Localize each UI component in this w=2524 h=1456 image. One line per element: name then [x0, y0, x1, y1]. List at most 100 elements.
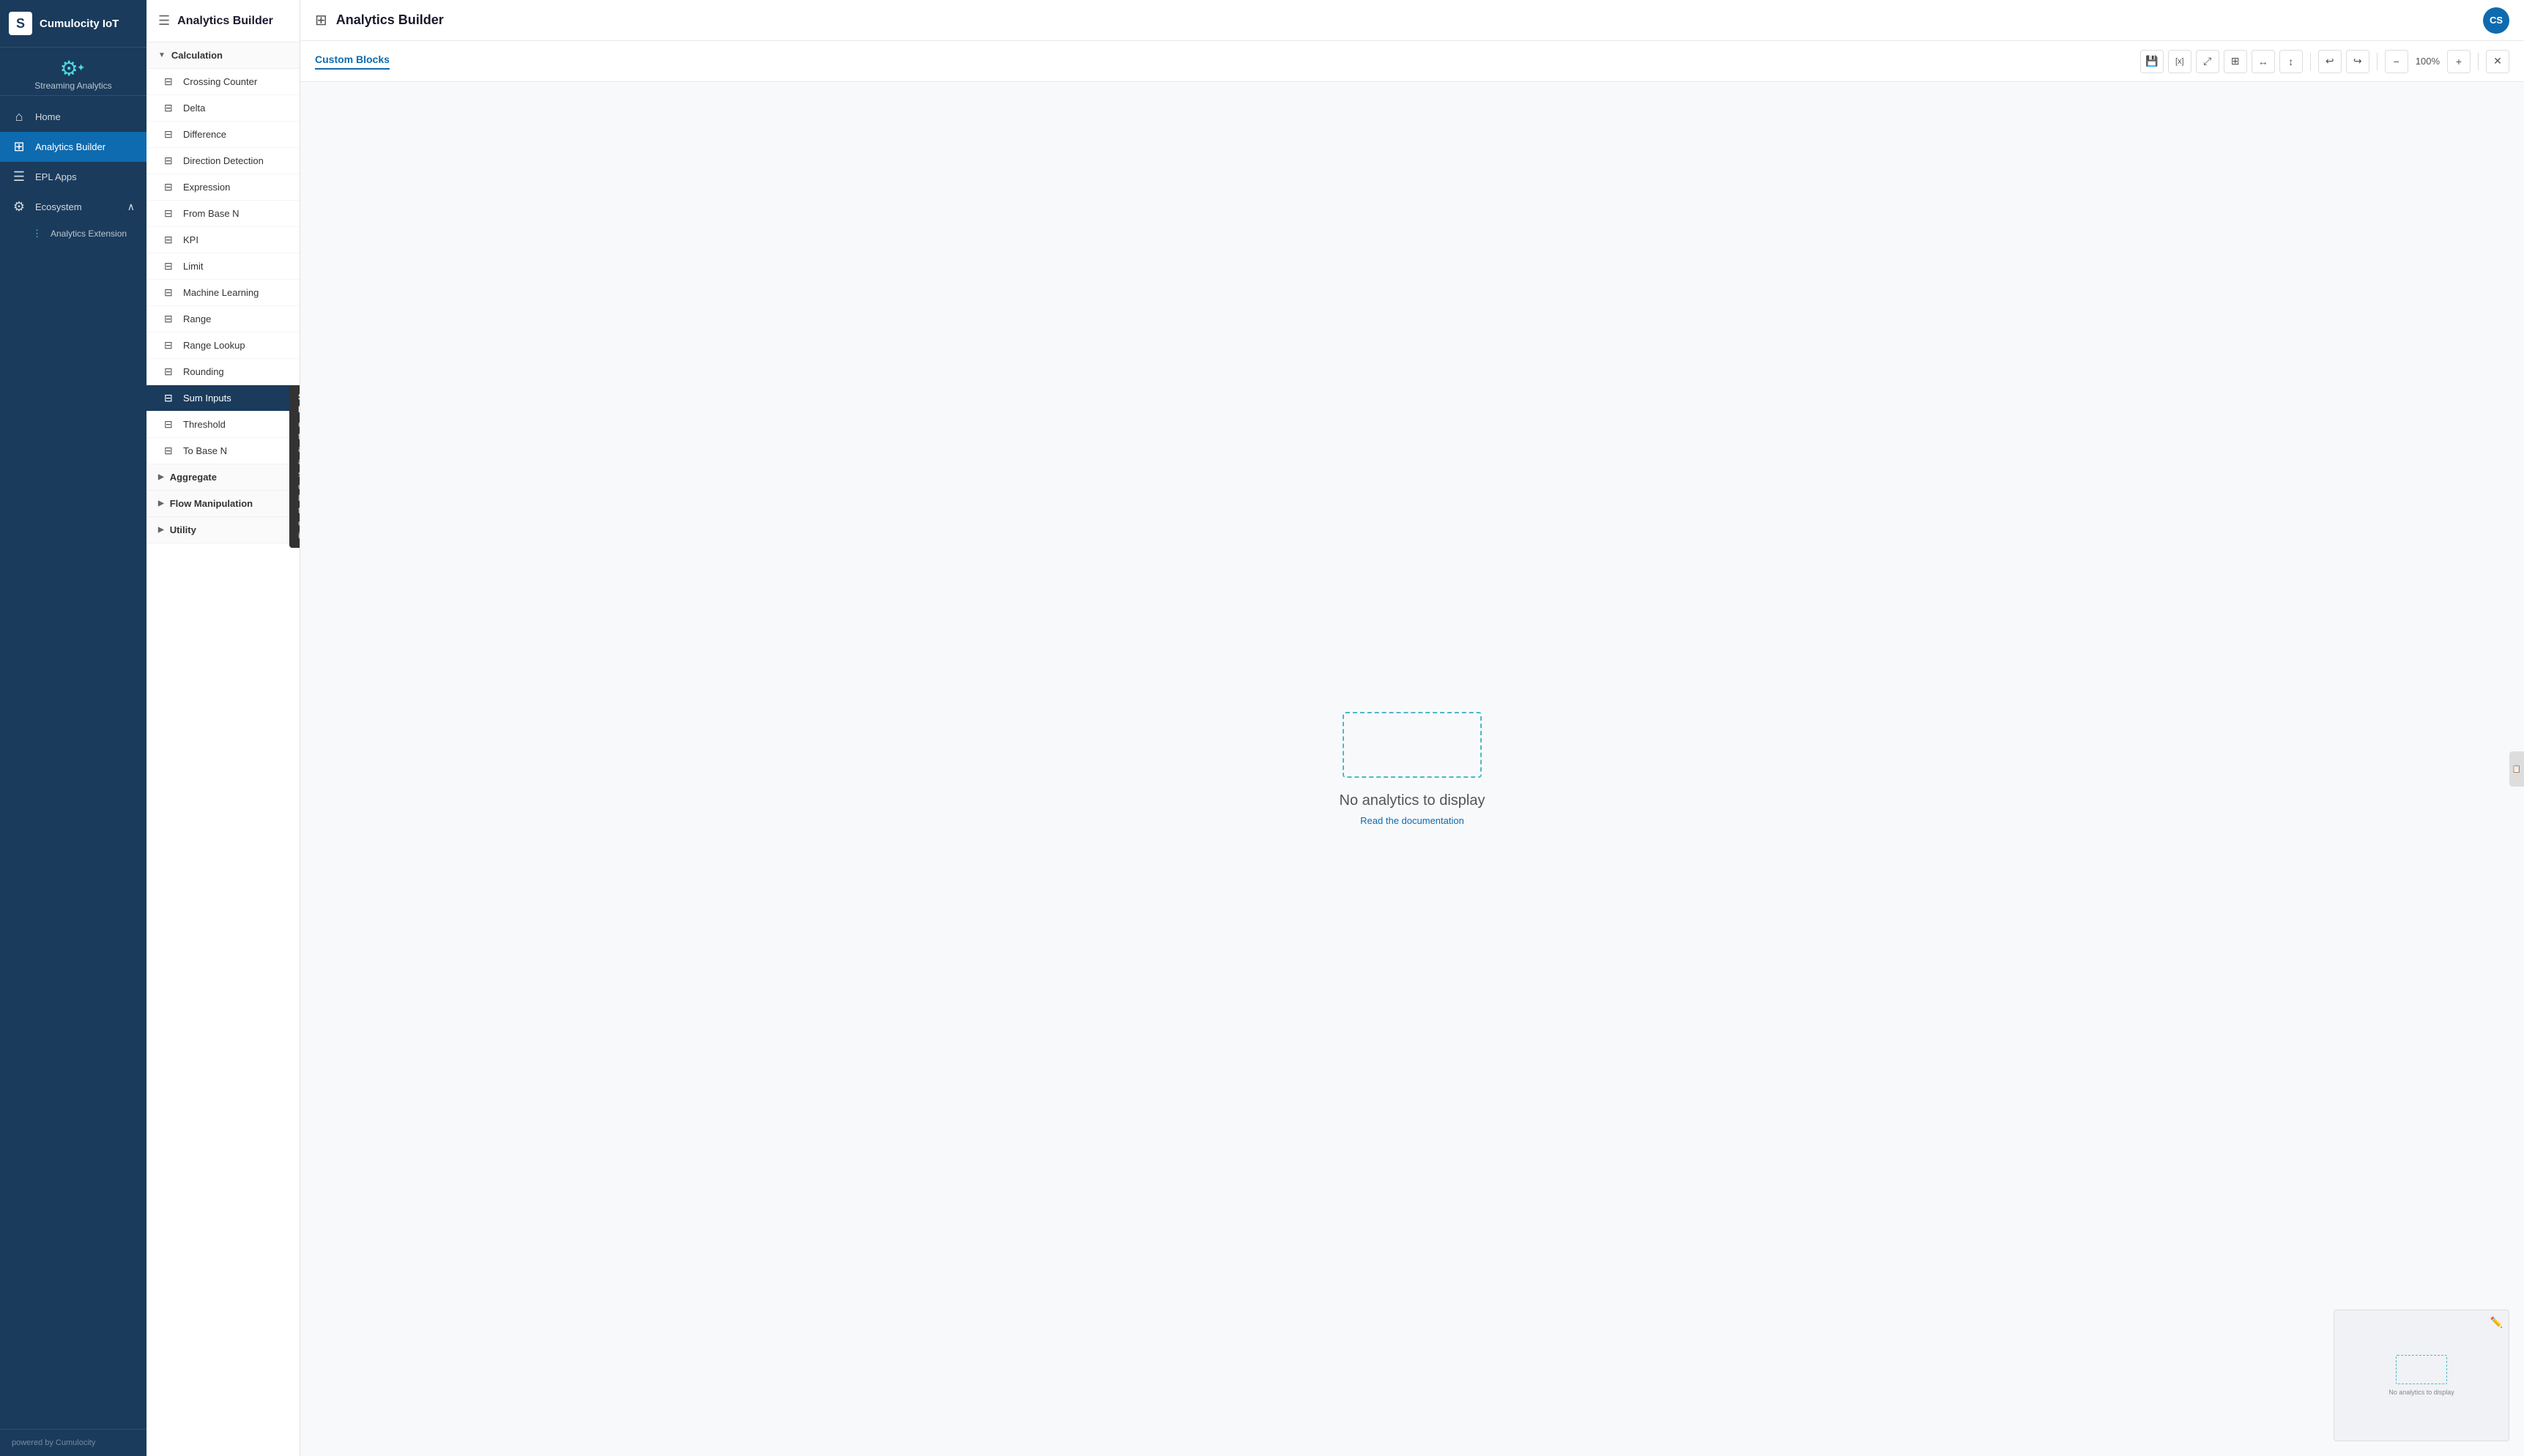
- fit-width-button[interactable]: ↔: [2252, 50, 2275, 73]
- close-button[interactable]: ✕: [2486, 50, 2509, 73]
- grid-toggle-button[interactable]: ⊞: [2224, 50, 2247, 73]
- sidebar-item-home[interactable]: ⌂ Home: [0, 102, 146, 132]
- redo-button[interactable]: ↪: [2346, 50, 2369, 73]
- block-list: ▼ Calculation ⊟ Crossing Counter ⊟ Delta…: [146, 42, 300, 1456]
- block-panel-header: ☰ Analytics Builder: [146, 0, 300, 42]
- main-toolbar: Custom Blocks 💾 [x] ⤢ ⊞ ↔ ↕ ↩: [300, 41, 2524, 82]
- category-utility[interactable]: ▶ Utility: [146, 517, 300, 543]
- block-item-direction-detection[interactable]: ⊟ Direction Detection: [146, 148, 300, 174]
- block-item-crossing-counter[interactable]: ⊟ Crossing Counter: [146, 69, 300, 95]
- block-icon-range-lookup: ⊟: [164, 339, 176, 352]
- apps-grid-icon[interactable]: ⊞: [315, 11, 327, 29]
- sidebar-item-analytics-builder[interactable]: ⊞ Analytics Builder: [0, 132, 146, 162]
- block-item-range[interactable]: ⊟ Range: [146, 306, 300, 333]
- category-flow-manipulation-arrow: ▶: [158, 499, 164, 508]
- block-item-crossing-counter-wrapper: ⊟ Crossing Counter: [146, 69, 300, 95]
- block-item-from-base-n-wrapper: ⊟ From Base N: [146, 201, 300, 227]
- panel-menu-icon[interactable]: ☰: [158, 13, 170, 29]
- sidebar-item-analytics-extension[interactable]: ⋮ Analytics Extension: [0, 222, 146, 245]
- block-icon-kpi: ⊟: [164, 234, 176, 246]
- expression-icon: [x]: [2175, 57, 2184, 66]
- block-label-range-lookup: Range Lookup: [183, 340, 245, 351]
- category-flow-manipulation[interactable]: ▶ Flow Manipulation: [146, 491, 300, 517]
- right-panel-toggle[interactable]: 📋: [2509, 751, 2524, 787]
- sidebar-item-epl-apps[interactable]: ☰ EPL Apps: [0, 162, 146, 192]
- mini-preview-map: No analytics to display ✏️: [2334, 1310, 2509, 1441]
- canvas-empty-title: No analytics to display: [1340, 792, 1485, 809]
- ecosystem-label: Ecosystem: [35, 201, 82, 212]
- block-icon-difference: ⊟: [164, 128, 176, 141]
- fit-layout-button[interactable]: ⤢: [2196, 50, 2219, 73]
- ecosystem-left: ⚙ Ecosystem: [12, 199, 82, 215]
- sidebar-item-label-analytics: Analytics Builder: [35, 141, 105, 152]
- expression-button[interactable]: [x]: [2168, 50, 2191, 73]
- block-panel-title: Analytics Builder: [177, 15, 273, 28]
- block-item-sum-inputs[interactable]: ⊟ Sum Inputs: [146, 385, 300, 412]
- block-item-to-base-n[interactable]: ⊟ To Base N: [146, 438, 300, 464]
- save-button[interactable]: 💾: [2140, 50, 2164, 73]
- block-icon-crossing-counter: ⊟: [164, 75, 176, 88]
- block-item-limit[interactable]: ⊟ Limit: [146, 253, 300, 280]
- epl-apps-icon: ☰: [12, 169, 26, 185]
- block-item-difference[interactable]: ⊟ Difference: [146, 122, 300, 148]
- undo-button[interactable]: ↩: [2318, 50, 2342, 73]
- category-calculation[interactable]: ▼ Calculation: [146, 42, 300, 69]
- page-title: Analytics Builder: [336, 12, 444, 28]
- zoom-out-button[interactable]: −: [2385, 50, 2408, 73]
- block-item-difference-wrapper: ⊟ Difference: [146, 122, 300, 148]
- brand-logo: S Cumulocity IoT: [0, 0, 146, 48]
- zoom-in-button[interactable]: +: [2447, 50, 2471, 73]
- block-label-direction-detection: Direction Detection: [183, 155, 264, 166]
- tab-custom-blocks[interactable]: Custom Blocks: [315, 53, 390, 70]
- block-item-range-lookup[interactable]: ⊟ Range Lookup: [146, 333, 300, 359]
- block-item-delta[interactable]: ⊟ Delta: [146, 95, 300, 122]
- block-icon-threshold: ⊟: [164, 418, 176, 431]
- category-aggregate-arrow: ▶: [158, 473, 164, 481]
- toolbar-divider-3: [2478, 53, 2479, 70]
- block-label-threshold: Threshold: [183, 419, 226, 430]
- brand-logo-text: Cumulocity IoT: [40, 18, 119, 30]
- undo-icon: ↩: [2326, 55, 2334, 67]
- mini-edit-icon[interactable]: ✏️: [2490, 1316, 2503, 1329]
- fit-height-button[interactable]: ↕: [2279, 50, 2303, 73]
- sidebar-item-label-home: Home: [35, 111, 61, 122]
- block-item-rounding-wrapper: ⊟ Rounding: [146, 359, 300, 385]
- block-label-difference: Difference: [183, 129, 226, 140]
- block-label-delta: Delta: [183, 103, 205, 114]
- toolbar-right: 💾 [x] ⤢ ⊞ ↔ ↕ ↩ ↪: [2140, 50, 2509, 73]
- canvas-empty-link[interactable]: Read the documentation: [1360, 815, 1464, 826]
- canvas-area: No analytics to display Read the documen…: [300, 82, 2524, 1456]
- block-item-expression-wrapper: ⊟ Expression: [146, 174, 300, 201]
- save-icon: 💾: [2145, 55, 2158, 67]
- mini-dashed-box: [2396, 1355, 2447, 1384]
- block-label-to-base-n: To Base N: [183, 445, 227, 456]
- block-item-expression[interactable]: ⊟ Expression: [146, 174, 300, 201]
- block-icon-limit: ⊟: [164, 260, 176, 272]
- mini-preview-inner: No analytics to display: [2388, 1355, 2454, 1396]
- block-icon-from-base-n: ⊟: [164, 207, 176, 220]
- brand-logo-icon: S: [9, 12, 32, 35]
- avatar[interactable]: CS: [2483, 7, 2509, 34]
- toolbar-divider-2: [2377, 53, 2378, 70]
- block-label-crossing-counter: Crossing Counter: [183, 76, 257, 87]
- block-item-kpi[interactable]: ⊟ KPI: [146, 227, 300, 253]
- block-item-rounding[interactable]: ⊟ Rounding: [146, 359, 300, 385]
- block-item-to-base-n-wrapper: ⊟ To Base N: [146, 438, 300, 464]
- fit-height-icon: ↕: [2288, 56, 2293, 67]
- ecosystem-row[interactable]: ⚙ Ecosystem ∧: [0, 192, 146, 222]
- zoom-in-icon: +: [2456, 56, 2462, 67]
- block-item-kpi-wrapper: ⊟ KPI: [146, 227, 300, 253]
- block-label-limit: Limit: [183, 261, 203, 272]
- block-icon-machine-learning: ⊟: [164, 286, 176, 299]
- block-item-delta-wrapper: ⊟ Delta: [146, 95, 300, 122]
- block-item-machine-learning-wrapper: ⊟ Machine Learning: [146, 280, 300, 306]
- block-item-threshold[interactable]: ⊟ Threshold: [146, 412, 300, 438]
- block-item-from-base-n[interactable]: ⊟ From Base N: [146, 201, 300, 227]
- category-aggregate[interactable]: ▶ Aggregate: [146, 464, 300, 491]
- block-label-from-base-n: From Base N: [183, 208, 240, 219]
- main-area: ⊞ Analytics Builder CS Custom Blocks 💾 […: [300, 0, 2524, 1456]
- avatar-initials: CS: [2490, 15, 2503, 26]
- grid-toggle-icon: ⊞: [2231, 55, 2240, 67]
- block-item-sum-inputs-wrapper: ⊟ Sum Inputs Sum Inputs Calculates the a…: [146, 385, 300, 412]
- block-item-machine-learning[interactable]: ⊟ Machine Learning: [146, 280, 300, 306]
